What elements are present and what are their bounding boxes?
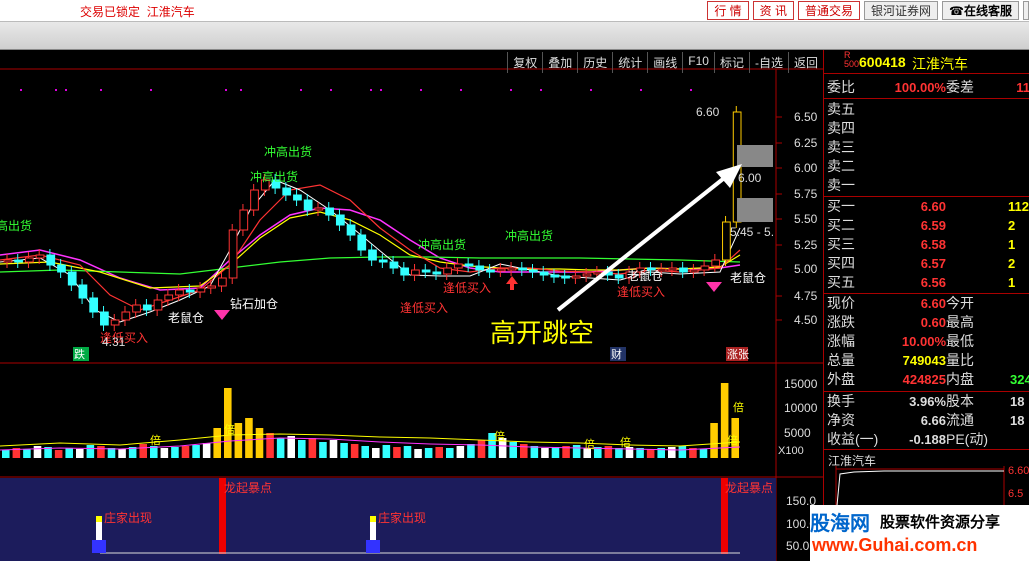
dragon-label-1: 龙起暴点 (224, 481, 272, 495)
stat-row: 涨跌 0.60 最高 (827, 314, 974, 330)
tool-biaoji[interactable]: 标记 (713, 52, 749, 73)
ann-chonggao-4: 冲高出货 (505, 228, 553, 243)
cai-label: 财 (611, 347, 622, 361)
sell-row: 卖四 (827, 120, 855, 136)
svg-text:倍: 倍 (620, 435, 631, 449)
price-tick: 6.00 (794, 161, 818, 175)
buy-row: 买三 6.58 1 (827, 236, 1016, 252)
ann-zuanshi: 钻石加仓 (230, 296, 278, 311)
ann-zuandi-3: 逢低买入 (443, 281, 491, 295)
tool-diejia[interactable]: 叠加 (542, 52, 577, 73)
tool-f10[interactable]: F10 (682, 52, 714, 73)
stat2-row: 换手 3.96% 股本 18 (827, 393, 1025, 409)
quote-button[interactable]: 行 情 (707, 1, 749, 20)
kline-chart[interactable]: 6.50 6.25 6.00 5.75 5.50 5.25 5.00 4.75 4.50 150… (0, 50, 823, 561)
price-tick: 5.75 (794, 187, 818, 201)
tool-fanhui[interactable]: 返回 (787, 52, 823, 73)
online-service-button[interactable]: ☎在线客服 (942, 1, 1019, 20)
price-tick: 5.25 (794, 238, 818, 252)
ann-chonggao-3: 冲高出货 (418, 237, 466, 252)
ann-low: 4.31 (102, 335, 126, 349)
price-tick: 4.50 (794, 313, 818, 327)
buy-row: 买四 6.57 2 (827, 255, 1016, 271)
ann-laoshu-2: 老鼠仓 (627, 269, 663, 283)
stat2-row: 收益(一) -0.188 PE(动) (827, 431, 988, 447)
buy-row: 买一 6.60 112 (827, 198, 1029, 214)
die-label: 跌 (74, 347, 85, 361)
watermark: 股海网 股票软件资源分享 www.Guhai.com.cn (810, 505, 1029, 561)
ann-chonggao-1: 冲高出货 (264, 144, 312, 159)
ann-high: 6.60 (696, 105, 720, 119)
lock-status: 交易已锁定 江淮汽车 (80, 5, 195, 19)
dragon-label-2: 龙起暴点 (725, 481, 773, 495)
gem-icon (214, 310, 230, 320)
ind-tick: 50.0 (786, 539, 810, 553)
stat-row: 总量 749043 量比 (827, 352, 974, 368)
buy-row: 买五 6.56 1 (827, 274, 1016, 290)
gap-box-1 (737, 145, 773, 167)
ann-chonggao-2: 冲高出货 (250, 169, 298, 184)
gem-icon (706, 282, 722, 292)
svg-text:6.60: 6.60 (1008, 466, 1029, 477)
ann-laoshu-3: 老鼠仓 (730, 271, 766, 285)
svg-text:倍: 倍 (150, 433, 161, 447)
svg-text:倍: 倍 (224, 422, 235, 436)
stock-name: 江淮汽车 (912, 56, 968, 72)
news-button[interactable]: 资 讯 (752, 1, 794, 20)
tool-tongji[interactable]: 统计 (612, 52, 647, 73)
stat2-row: 净资 6.66 流通 18 (827, 412, 1025, 428)
quote-header: R 500 600418 江淮汽车 (824, 50, 1029, 74)
ann-laoshu-1: 老鼠仓 (168, 311, 204, 325)
tool-fuquan[interactable]: 复权 (507, 52, 542, 73)
top-buttons: 行 情 资 讯 普通交易 银河证券网 ☎在线客服 (707, 1, 1029, 20)
menu-bar (0, 22, 1029, 50)
ann-zuandi-2: 逢低买入 (400, 301, 448, 315)
svg-text:倍: 倍 (584, 437, 595, 451)
vol-tick: 5000 (784, 426, 811, 440)
tool-zixuan[interactable]: -自选 (748, 52, 788, 73)
zhuangjia-label-2: 庄家出现 (378, 510, 426, 525)
price-tick: 5.00 (794, 262, 818, 276)
service-icon: ☎ (949, 4, 964, 18)
price-tick: 6.50 (794, 110, 818, 124)
vol-tick: 15000 (784, 377, 818, 391)
ann-chonggao-left: 高出货 (0, 218, 32, 233)
tool-huaxian[interactable]: 画线 (647, 52, 682, 73)
badge: R 500 (844, 50, 860, 69)
chart-canvas: 6.50 6.25 6.00 5.75 5.50 5.25 5.00 4.75 4.50 150… (0, 68, 823, 561)
price-tick: 6.25 (794, 136, 818, 150)
sell-row: 卖一 (827, 177, 855, 193)
vol-tick: 10000 (784, 401, 818, 415)
price-tick: 4.75 (794, 289, 818, 303)
zhangting-label: 涨张 (727, 348, 749, 361)
extra-button[interactable] (1023, 1, 1029, 20)
trade-button[interactable]: 普通交易 (798, 1, 861, 20)
svg-text:6.5: 6.5 (1008, 488, 1023, 500)
broker-button[interactable]: 银河证券网 (864, 1, 939, 20)
sell-row: 卖二 (827, 158, 855, 174)
sell-row: 卖三 (827, 139, 855, 155)
quote-panel: R 500 600418 江淮汽车 委比 100.00% 委差 11 卖五 卖四 卖三… (810, 50, 1029, 561)
ann-mid: 6.00 (738, 171, 762, 185)
svg-text:倍: 倍 (727, 433, 738, 447)
stock-code: 600418 (859, 54, 906, 70)
vol-unit: X100 (778, 445, 804, 457)
ann-range: 5.45 - 5. (730, 225, 774, 239)
price-tick: 5.50 (794, 212, 818, 226)
ann-zuandi-4: 逢低买入 (617, 285, 665, 299)
zhuangjia-label-1: 庄家出现 (104, 510, 152, 525)
stat-row: 涨幅 10.00% 最低 (827, 333, 974, 349)
stat-row: 现价 6.60 今开 (827, 295, 974, 311)
chart-toolbar: 复权 叠加 历史 统计 画线 F10 标记 -自选 返回 (507, 52, 823, 73)
gap-label: 高开跳空 (490, 318, 594, 348)
svg-text:倍: 倍 (733, 400, 744, 414)
gap-box-2 (737, 198, 773, 222)
svg-text:倍: 倍 (494, 429, 505, 443)
tool-lishi[interactable]: 历史 (577, 52, 612, 73)
buy-row: 买二 6.59 2 (827, 217, 1016, 233)
stat-row: 外盘 424825 内盘 324 (827, 371, 1029, 387)
title-bar: 交易已锁定 江淮汽车 行 情 资 讯 普通交易 银河证券网 ☎在线客服 (0, 0, 1029, 22)
sell-row: 卖五 (827, 101, 855, 117)
